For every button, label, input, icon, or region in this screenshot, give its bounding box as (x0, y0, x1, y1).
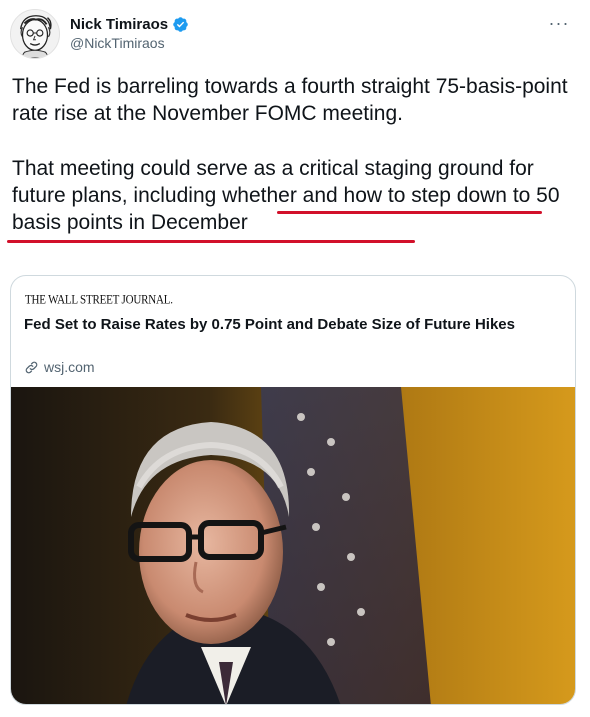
link-preview-card[interactable]: THE WALL STREET JOURNAL. Fed Set to Rais… (10, 275, 576, 705)
tweet-paragraph-1: The Fed is barreling towards a fourth st… (12, 75, 568, 125)
link-icon (25, 361, 38, 373)
author-display-name[interactable]: Nick Timiraos (70, 16, 168, 33)
card-domain-label: wsj.com (44, 359, 95, 375)
card-domain: wsj.com (24, 359, 95, 375)
avatar[interactable] (10, 9, 60, 59)
article-photo-icon (11, 387, 575, 704)
tweet-paragraph-2: That meeting could serve as a critical s… (12, 157, 560, 234)
verified-badge-icon (173, 16, 188, 32)
highlight-underline-2 (7, 240, 415, 243)
card-headline[interactable]: Fed Set to Raise Rates by 0.75 Point and… (24, 315, 554, 335)
more-horizontal-icon[interactable]: ··· (544, 8, 574, 38)
article-photo[interactable] (11, 387, 575, 704)
author-handle[interactable]: @NickTimiraos (70, 35, 165, 51)
avatar-sketch-portrait-icon (11, 10, 59, 58)
highlight-underline-1 (277, 211, 542, 214)
publisher-logo: THE WALL STREET JOURNAL. (25, 293, 173, 307)
author-name-row[interactable]: Nick Timiraos (70, 14, 189, 34)
